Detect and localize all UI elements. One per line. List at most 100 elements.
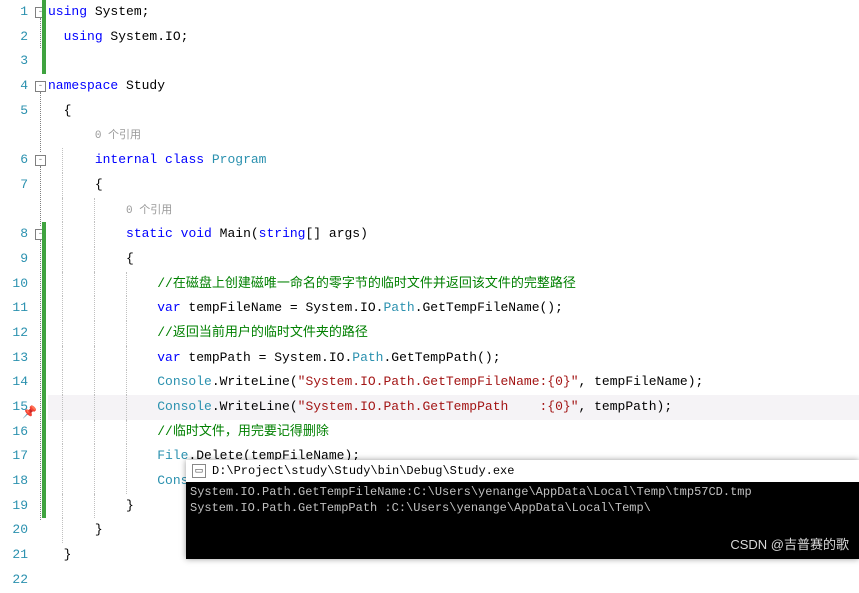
codelens-text[interactable]: 0 个引用 — [126, 205, 172, 217]
code-line[interactable] — [48, 49, 859, 74]
code-line[interactable]: var tempPath = System.IO.Path.GetTempPat… — [48, 346, 859, 371]
change-marker — [42, 395, 46, 420]
code-line-current[interactable]: 📌 Console.WriteLine("System.IO.Path.GetT… — [48, 395, 859, 420]
keyword: var — [157, 300, 180, 315]
change-marker — [42, 25, 46, 50]
indent-guide — [94, 494, 95, 519]
code-text: System; — [87, 4, 149, 19]
indent-guide — [62, 444, 63, 469]
line-number: 7 — [0, 173, 28, 198]
code-line[interactable]: using System.IO; — [48, 25, 859, 50]
line-number: 1 — [0, 0, 28, 25]
line-number: 22 — [0, 568, 28, 593]
indent-guide — [94, 222, 95, 247]
line-number: 17 — [0, 444, 28, 469]
code-text: .GetTempPath(); — [383, 350, 500, 365]
keyword: using — [64, 29, 103, 44]
indent-guide — [126, 370, 127, 395]
code-line[interactable]: { — [48, 173, 859, 198]
change-marker — [42, 346, 46, 371]
indent-guide — [126, 272, 127, 297]
codelens-text[interactable]: 0 个引用 — [95, 130, 141, 142]
keyword: namespace — [48, 78, 118, 93]
indent-guide — [126, 296, 127, 321]
indent-guide — [126, 469, 127, 494]
change-marker — [42, 494, 46, 519]
class-name: Path — [383, 300, 414, 315]
indent-guide — [62, 494, 63, 519]
codelens-line[interactable]: 0 个引用 — [48, 123, 859, 148]
indent-guide — [94, 296, 95, 321]
code-line[interactable]: namespace Study — [48, 74, 859, 99]
code-line[interactable]: internal class Program — [48, 148, 859, 173]
indent-guide — [94, 395, 95, 420]
indent-guide — [62, 148, 63, 173]
change-marker — [42, 469, 46, 494]
change-marker — [42, 272, 46, 297]
change-marker — [42, 321, 46, 346]
indent-guide — [126, 420, 127, 445]
indent-guide — [62, 395, 63, 420]
change-marker — [42, 370, 46, 395]
code-line[interactable]: static void Main(string[] args) — [48, 222, 859, 247]
indent-guide — [94, 247, 95, 272]
code-text: tempFileName = System.IO. — [181, 300, 384, 315]
class-name: Path — [352, 350, 383, 365]
line-number: 21 — [0, 543, 28, 568]
console-app-icon: ▭ — [192, 464, 206, 478]
line-number: 12 — [0, 321, 28, 346]
change-marker — [42, 296, 46, 321]
code-text: , tempFileName); — [579, 374, 704, 389]
console-line: System.IO.Path.GetTempFileName:C:\Users\… — [190, 484, 855, 500]
indent-guide — [62, 272, 63, 297]
line-number — [0, 123, 28, 148]
indent-guide — [62, 370, 63, 395]
brace: } — [95, 522, 103, 537]
line-number: 20 — [0, 518, 28, 543]
line-number: 2 — [0, 25, 28, 50]
indent-guide — [62, 346, 63, 371]
console-titlebar[interactable]: ▭ D:\Project\study\Study\bin\Debug\Study… — [186, 460, 859, 482]
indent-guide — [94, 420, 95, 445]
fold-toggle-icon[interactable]: - — [35, 155, 46, 166]
indent-guide — [62, 222, 63, 247]
code-text: [] args) — [305, 226, 367, 241]
indent-guide — [94, 346, 95, 371]
pin-icon[interactable]: 📌 — [22, 401, 37, 426]
line-number: 10 — [0, 272, 28, 297]
keyword: void — [181, 226, 212, 241]
code-line[interactable]: //返回当前用户的临时文件夹的路径 — [48, 321, 859, 346]
fold-guide — [40, 92, 41, 152]
brace: { — [95, 177, 103, 192]
class-name: File — [157, 448, 188, 463]
change-marker — [42, 444, 46, 469]
code-line[interactable]: { — [48, 247, 859, 272]
code-line[interactable]: Console.WriteLine("System.IO.Path.GetTem… — [48, 370, 859, 395]
code-line[interactable]: //临时文件，用完要记得删除 — [48, 420, 859, 445]
line-number: 13 — [0, 346, 28, 371]
console-window[interactable]: ▭ D:\Project\study\Study\bin\Debug\Study… — [186, 460, 859, 559]
keyword: internal — [95, 152, 157, 167]
codelens-line[interactable]: 0 个引用 — [48, 198, 859, 223]
code-line[interactable] — [48, 568, 859, 593]
indent-guide — [94, 469, 95, 494]
code-line[interactable]: using System; — [48, 0, 859, 25]
indent-guide — [62, 469, 63, 494]
console-line: System.IO.Path.GetTempPath :C:\Users\yen… — [190, 500, 855, 516]
fold-toggle-icon[interactable]: - — [35, 81, 46, 92]
class-name: Console — [157, 374, 212, 389]
comment: //在磁盘上创建磁唯一命名的零字节的临时文件并返回该文件的完整路径 — [157, 276, 576, 291]
string-literal: "System.IO.Path.GetTempPath :{0}" — [298, 399, 579, 414]
code-line[interactable]: { — [48, 99, 859, 124]
class-name: Program — [212, 152, 267, 167]
line-number — [0, 198, 28, 223]
line-number: 11 — [0, 296, 28, 321]
class-name: Console — [157, 399, 212, 414]
indent-guide — [62, 247, 63, 272]
indent-guide — [94, 444, 95, 469]
code-line[interactable]: //在磁盘上创建磁唯一命名的零字节的临时文件并返回该文件的完整路径 — [48, 272, 859, 297]
code-line[interactable]: var tempFileName = System.IO.Path.GetTem… — [48, 296, 859, 321]
brace: { — [126, 251, 134, 266]
code-text: .WriteLine( — [212, 374, 298, 389]
indent-guide — [94, 198, 95, 223]
